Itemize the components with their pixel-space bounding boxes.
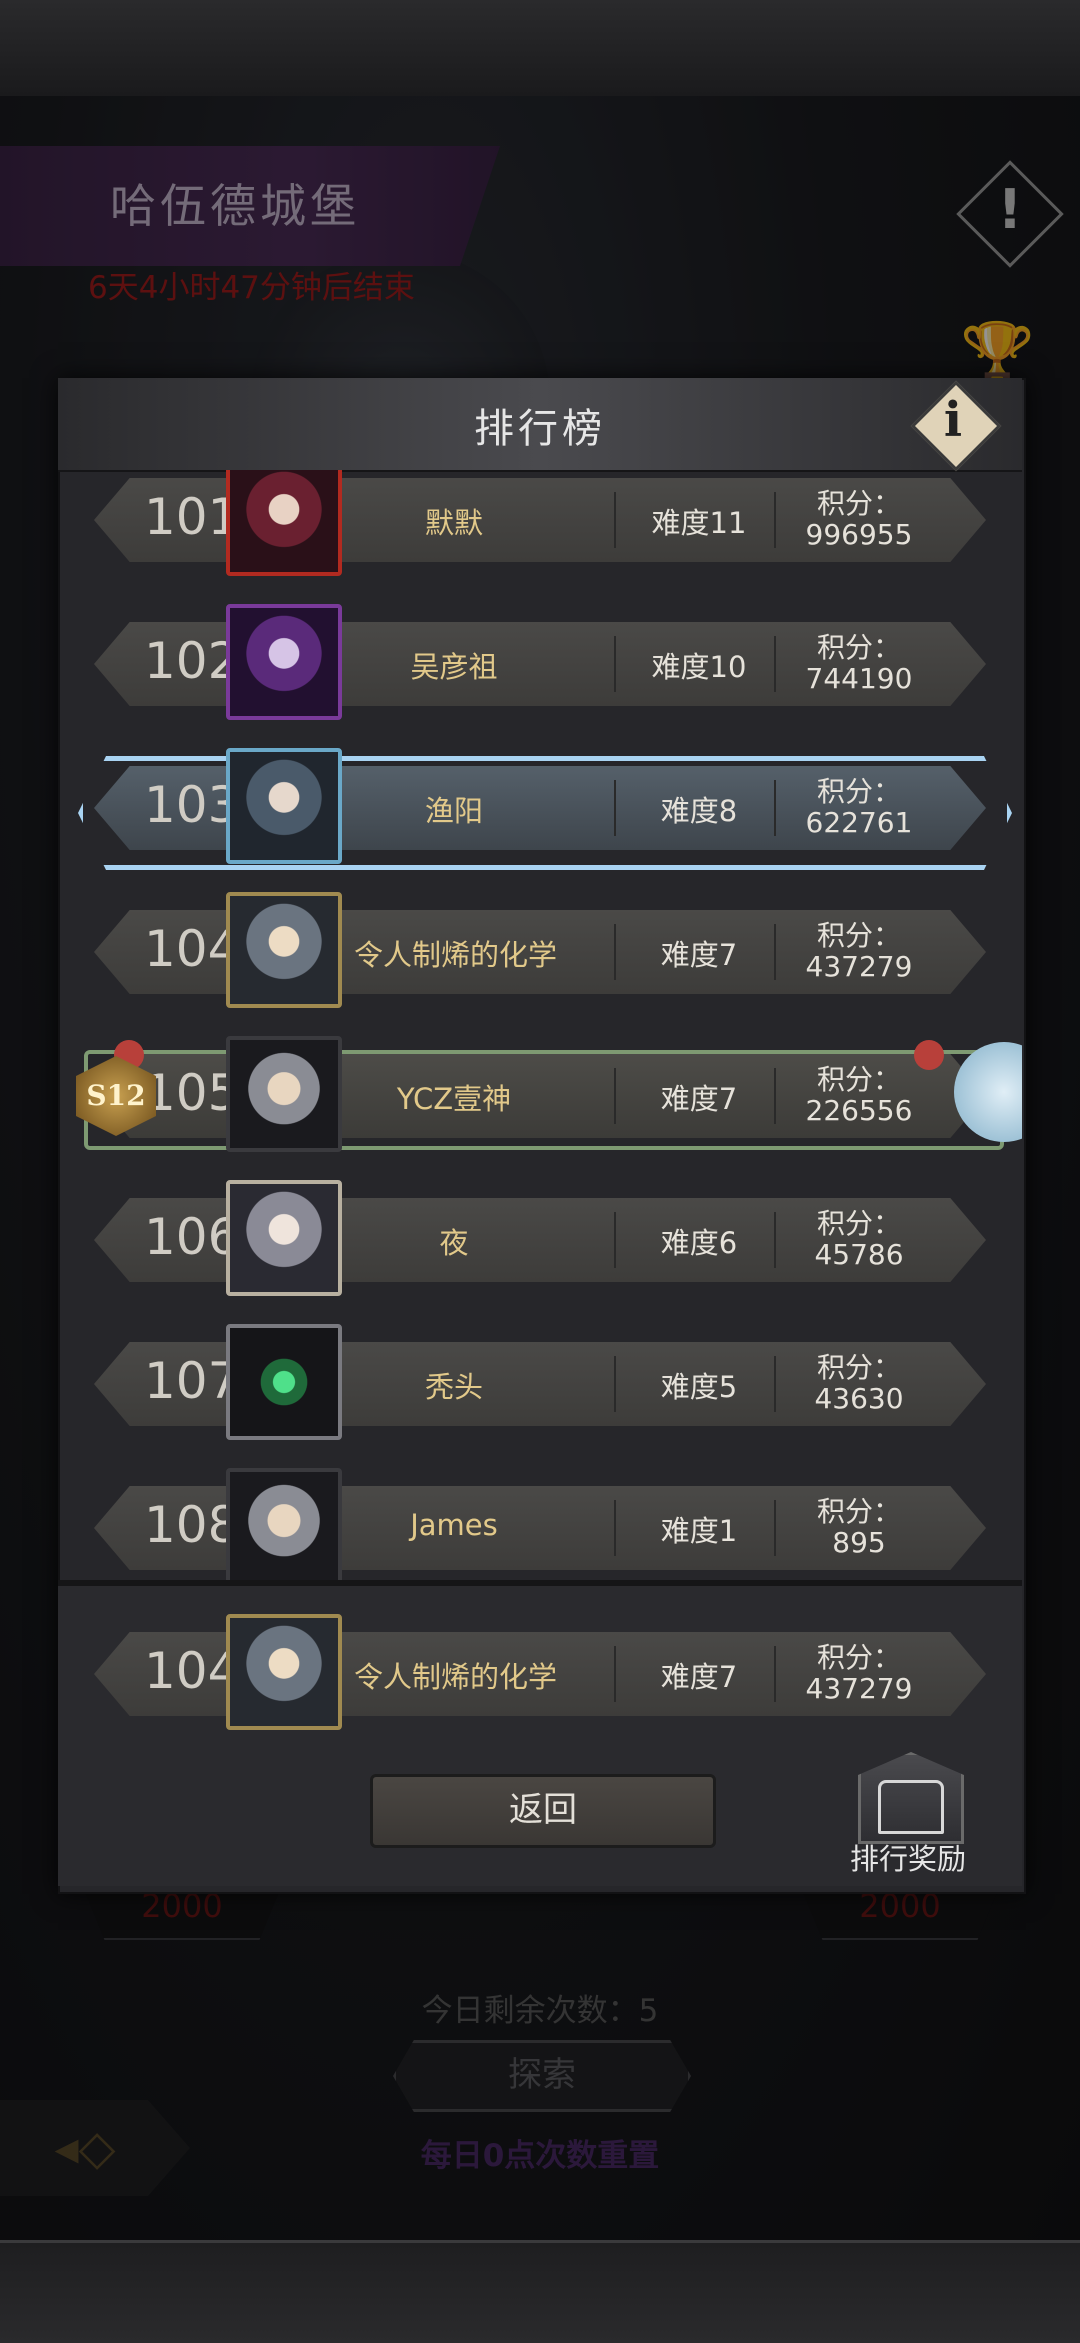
leaderboard-row[interactable]: 107 秃头 难度5 积分： 43630 bbox=[94, 1324, 986, 1440]
row-divider bbox=[614, 1500, 616, 1556]
leaderboard-list[interactable]: 101 默默 难度11 积分： 996955 102 吴彦祖 难度10 积分： … bbox=[58, 470, 1022, 1580]
row-divider bbox=[774, 492, 776, 548]
row-divider bbox=[774, 1068, 776, 1124]
player-difficulty: 难度7 bbox=[660, 1082, 738, 1116]
player-name: 渔阳 bbox=[424, 794, 483, 828]
row-divider bbox=[614, 1212, 616, 1268]
leaderboard-row[interactable]: 105 S12 YCZ壹神 难度7 积分： 226556 bbox=[76, 1036, 1022, 1152]
player-difficulty: 难度1 bbox=[660, 1514, 738, 1548]
row-divider bbox=[774, 780, 776, 836]
player-name: 夜 bbox=[439, 1226, 469, 1260]
player-difficulty: 难度11 bbox=[651, 506, 747, 540]
row-divider bbox=[774, 636, 776, 692]
player-difficulty: 难度10 bbox=[651, 650, 747, 684]
player-avatar[interactable] bbox=[226, 470, 342, 576]
bottom-bar bbox=[0, 2240, 1080, 2343]
leaderboard-row[interactable]: 104 令人制烯的化学 难度7 积分： 437279 bbox=[94, 892, 986, 1008]
player-score: 45786 bbox=[814, 1238, 904, 1271]
score-label: 积分： bbox=[816, 919, 901, 952]
player-avatar[interactable] bbox=[226, 1324, 342, 1440]
score-label: 积分： bbox=[816, 1495, 901, 1528]
score-label: 积分： bbox=[816, 1207, 901, 1240]
player-avatar[interactable] bbox=[226, 1036, 342, 1152]
player-score: 437279 bbox=[805, 950, 913, 983]
row-divider bbox=[774, 924, 776, 980]
rank-reward-label: 排行奖励 bbox=[849, 1842, 966, 1876]
row-divider bbox=[614, 1068, 616, 1124]
score-label: 积分： bbox=[816, 775, 901, 808]
my-avatar[interactable] bbox=[226, 1614, 342, 1730]
row-divider bbox=[774, 1646, 776, 1702]
player-name: 令人制烯的化学 bbox=[354, 938, 558, 972]
score-label: 积分： bbox=[816, 1641, 901, 1674]
row-divider bbox=[614, 1646, 616, 1702]
score-label: 积分： bbox=[816, 1351, 901, 1384]
player-score: 895 bbox=[832, 1526, 886, 1559]
leaderboard-row[interactable]: 103 渔阳 难度8 积分： 622761 bbox=[78, 748, 1012, 870]
player-difficulty: 难度8 bbox=[660, 794, 738, 828]
my-rank-row-wrapper: 104 令人制烯的化学 难度7 积分： 437279 bbox=[58, 1614, 1022, 1730]
row-divider bbox=[774, 1500, 776, 1556]
player-avatar[interactable] bbox=[226, 1180, 342, 1296]
player-score: 622761 bbox=[805, 806, 913, 839]
player-score: 996955 bbox=[805, 518, 913, 551]
leaderboard-row[interactable]: 108 James 难度1 积分： 895 bbox=[94, 1468, 986, 1580]
return-button[interactable]: 返回 bbox=[370, 1774, 716, 1848]
info-icon: i bbox=[943, 392, 963, 448]
row-divider bbox=[774, 1356, 776, 1412]
player-name: James bbox=[410, 1508, 498, 1542]
row-divider bbox=[614, 780, 616, 836]
player-difficulty: 难度5 bbox=[660, 1370, 738, 1404]
score-label: 积分： bbox=[816, 487, 901, 520]
player-difficulty: 难度7 bbox=[660, 938, 738, 972]
player-score: 744190 bbox=[805, 662, 913, 695]
player-score: 43630 bbox=[814, 1382, 904, 1415]
player-avatar[interactable] bbox=[226, 1468, 342, 1580]
player-name: 默默 bbox=[424, 506, 483, 540]
player-name: YCZ壹神 bbox=[396, 1082, 512, 1116]
top-bar bbox=[0, 0, 1080, 99]
row-divider bbox=[614, 636, 616, 692]
my-rank-row[interactable]: 104 令人制烯的化学 难度7 积分： 437279 bbox=[94, 1614, 986, 1730]
player-name: 吴彦祖 bbox=[410, 650, 498, 684]
my-name: 令人制烯的化学 bbox=[354, 1660, 558, 1694]
leaderboard-row[interactable]: 106 夜 难度6 积分： 45786 bbox=[94, 1180, 986, 1296]
player-score: 226556 bbox=[805, 1094, 913, 1127]
leaderboard-row[interactable]: 102 吴彦祖 难度10 积分： 744190 bbox=[94, 604, 986, 720]
player-avatar[interactable] bbox=[226, 892, 342, 1008]
leaderboard-row[interactable]: 101 默默 难度11 积分： 996955 bbox=[94, 470, 986, 576]
row-divider bbox=[774, 1212, 776, 1268]
player-avatar[interactable] bbox=[226, 748, 342, 864]
score-label: 积分： bbox=[816, 631, 901, 664]
row-divider bbox=[614, 924, 616, 980]
row-divider bbox=[614, 492, 616, 548]
my-score: 437279 bbox=[805, 1672, 913, 1705]
row-divider bbox=[614, 1356, 616, 1412]
player-avatar[interactable] bbox=[226, 604, 342, 720]
my-difficulty: 难度7 bbox=[660, 1660, 738, 1694]
player-name: 秃头 bbox=[424, 1370, 483, 1404]
modal-title: 排行榜 bbox=[474, 406, 606, 452]
player-difficulty: 难度6 bbox=[660, 1226, 738, 1260]
chest-icon bbox=[878, 1780, 944, 1834]
score-label: 积分： bbox=[816, 1063, 901, 1096]
